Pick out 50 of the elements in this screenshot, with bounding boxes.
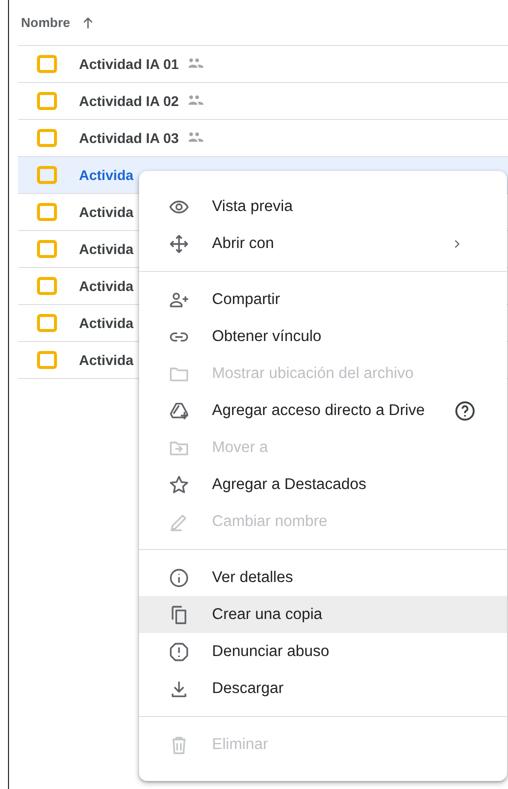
slides-file-icon: [37, 276, 57, 296]
menu-item-label: Obtener vínculo: [212, 328, 322, 346]
slides-file-icon: [37, 239, 57, 259]
slides-file-icon: [37, 91, 57, 111]
file-name: Actividad IA 02: [79, 93, 179, 109]
menu-item[interactable]: Obtener vínculo: [139, 318, 507, 355]
slides-file-icon: [37, 54, 57, 74]
menu-item-label: Descargar: [212, 680, 284, 698]
menu-item-label: Mostrar ubicación del archivo: [212, 364, 414, 382]
file-name: Activida: [79, 352, 134, 368]
file-name: Activida: [79, 241, 134, 257]
menu-item-label: Agregar acceso directo a Drive: [212, 402, 425, 420]
file-name: Activida: [79, 315, 134, 331]
menu-item-label: Ver detalles: [212, 568, 293, 586]
star-icon: [168, 474, 190, 496]
slides-file-icon: [37, 202, 57, 222]
warning-octagon-icon: [168, 640, 190, 662]
menu-item[interactable]: Vista previa: [139, 188, 507, 225]
file-name: Actividad IA 01: [79, 56, 179, 72]
info-icon: [168, 566, 190, 588]
file-row[interactable]: Actividad IA 02: [18, 83, 508, 120]
menu-item[interactable]: Descargar: [139, 670, 507, 707]
menu-item[interactable]: Agregar a Destacados: [139, 466, 507, 503]
menu-item-label: Cambiar nombre: [212, 512, 328, 530]
menu-item-label: Compartir: [212, 290, 280, 308]
file-row[interactable]: Actividad IA 01: [18, 46, 508, 83]
menu-item-label: Crear una copia: [212, 606, 322, 624]
menu-item[interactable]: Ver detalles: [139, 559, 507, 596]
menu-item[interactable]: Denunciar abuso: [139, 633, 507, 670]
menu-item-label: Vista previa: [212, 198, 293, 216]
menu-item-label: Agregar a Destacados: [212, 476, 366, 494]
menu-item-label: Eliminar: [212, 736, 268, 754]
menu-item-label: Abrir con: [212, 234, 274, 252]
menu-item[interactable]: Crear una copia: [139, 596, 507, 633]
file-name: Activida: [79, 167, 134, 183]
help-icon[interactable]: [454, 400, 476, 422]
menu-item-label: Denunciar abuso: [212, 642, 330, 660]
menu-item[interactable]: Compartir: [139, 281, 507, 318]
slides-file-icon: [37, 313, 57, 333]
slides-file-icon: [37, 350, 57, 370]
file-name: Actividad IA 03: [79, 130, 179, 146]
move-arrows-icon: [168, 232, 190, 254]
slides-file-icon: [37, 128, 57, 148]
menu-item[interactable]: Agregar acceso directo a Drive: [139, 392, 507, 429]
slides-file-icon: [37, 165, 57, 185]
file-name: Activida: [79, 204, 134, 220]
file-name: Activida: [79, 278, 134, 294]
menu-item-label: Mover a: [212, 438, 268, 456]
menu-item[interactable]: Abrir con: [139, 225, 507, 262]
column-header[interactable]: Nombre: [21, 15, 70, 30]
